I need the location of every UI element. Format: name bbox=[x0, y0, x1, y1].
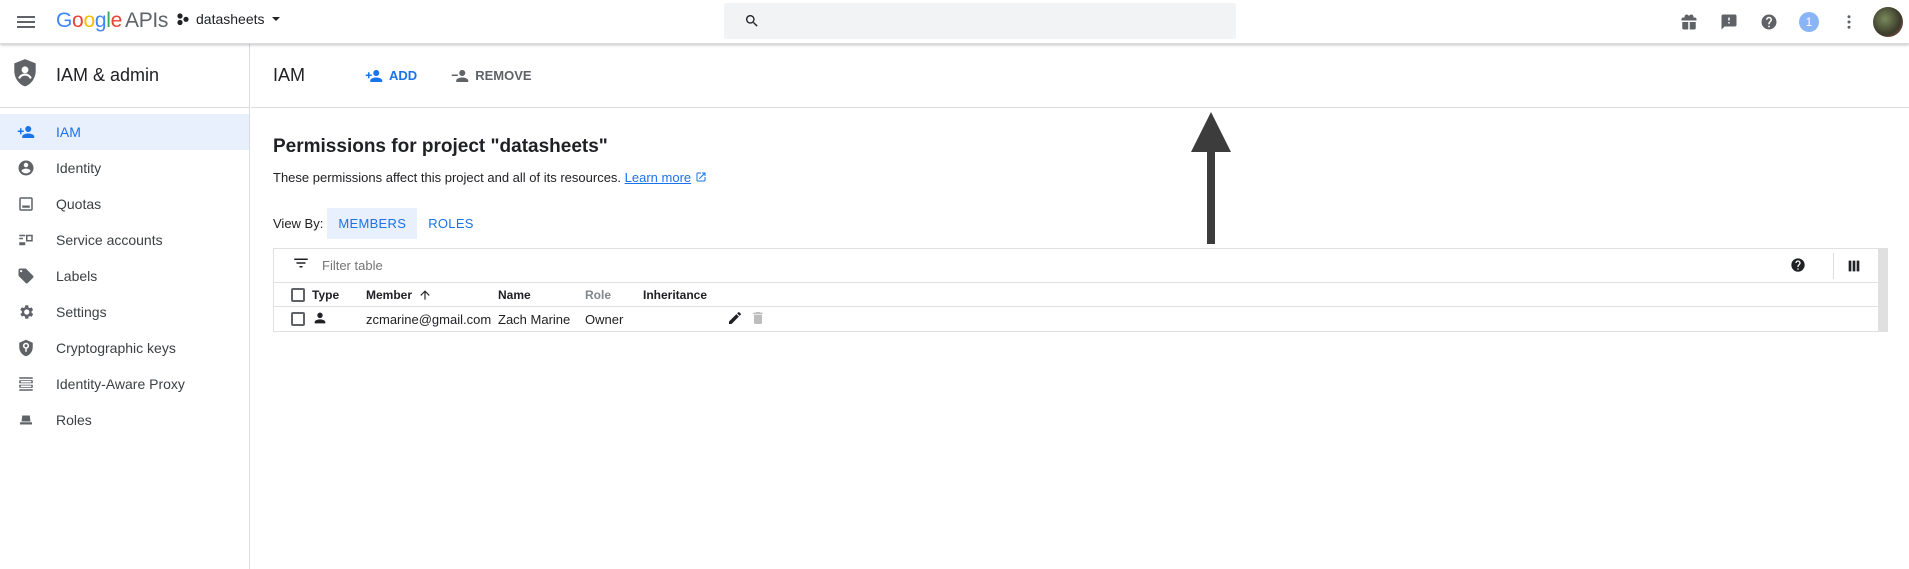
sidebar-nav: IAM Identity Quotas Service accounts Lab… bbox=[0, 114, 249, 438]
gear-icon bbox=[14, 303, 38, 321]
sidebar-item-roles[interactable]: Roles bbox=[0, 402, 249, 438]
add-member-button[interactable]: ADD bbox=[365, 67, 417, 85]
project-dots-icon bbox=[177, 13, 189, 26]
page-header: IAM ADD REMOVE bbox=[251, 44, 1909, 108]
top-right-actions: 1 bbox=[1669, 0, 1909, 44]
column-header-member[interactable]: Member bbox=[366, 288, 432, 302]
table-header: Type Member Name Role Inheritance bbox=[274, 283, 1878, 307]
person-remove-icon bbox=[451, 69, 469, 82]
sidebar-item-label: Identity-Aware Proxy bbox=[56, 376, 185, 392]
permissions-heading: Permissions for project "datasheets" bbox=[273, 136, 608, 157]
sidebar-item-settings[interactable]: Settings bbox=[0, 294, 249, 330]
sidebar-item-label: Quotas bbox=[56, 196, 102, 212]
logo-google-text: Google bbox=[56, 9, 122, 32]
permissions-description: These permissions affect this project an… bbox=[273, 170, 707, 185]
select-all-checkbox[interactable] bbox=[291, 287, 305, 302]
delete-icon[interactable] bbox=[750, 310, 766, 329]
gift-icon[interactable] bbox=[1669, 2, 1709, 42]
service-account-icon bbox=[14, 231, 38, 249]
sidebar-item-label: Labels bbox=[56, 268, 98, 284]
help-icon[interactable] bbox=[1749, 2, 1789, 42]
table-row: zcmarine@gmail.com Zach Marine Owner bbox=[274, 307, 1878, 331]
sidebar-item-identity[interactable]: Identity bbox=[0, 150, 249, 186]
member-name: Zach Marine bbox=[498, 311, 571, 327]
description-text: These permissions affect this project an… bbox=[273, 170, 622, 185]
annotation-arrow-icon bbox=[1191, 112, 1231, 244]
tab-members[interactable]: MEMBERS bbox=[327, 208, 418, 239]
logo-apis-text: APIs bbox=[124, 9, 169, 32]
sidebar-header: IAM & admin bbox=[0, 44, 249, 108]
person-add-icon bbox=[365, 69, 383, 82]
view-by-label: View By: bbox=[273, 216, 324, 231]
table-scrollbar[interactable] bbox=[1878, 248, 1888, 332]
user-avatar[interactable] bbox=[1873, 7, 1903, 37]
top-app-bar: Google APIs datasheets 1 bbox=[0, 0, 1909, 44]
person-icon bbox=[312, 310, 328, 329]
help-icon[interactable] bbox=[1790, 257, 1806, 278]
more-vert-icon[interactable] bbox=[1829, 2, 1869, 42]
member-email: zcmarine@gmail.com bbox=[366, 311, 492, 327]
notifications-button[interactable]: 1 bbox=[1789, 2, 1829, 42]
label-icon bbox=[14, 267, 38, 285]
feedback-icon[interactable] bbox=[1709, 2, 1749, 42]
search-input[interactable] bbox=[772, 3, 1222, 39]
filter-input[interactable] bbox=[322, 258, 922, 273]
sidebar-item-label: Identity bbox=[56, 160, 102, 176]
learn-more-link[interactable]: Learn more bbox=[625, 170, 691, 185]
main-content: IAM ADD REMOVE Permissions for project "… bbox=[251, 44, 1909, 569]
hamburger-menu-icon[interactable] bbox=[14, 10, 38, 34]
account-circle-icon bbox=[14, 159, 38, 177]
sidebar-item-label: Service accounts bbox=[56, 232, 163, 248]
remove-member-button[interactable]: REMOVE bbox=[451, 67, 532, 85]
filter-bar bbox=[274, 249, 1878, 283]
edit-icon[interactable] bbox=[727, 310, 743, 329]
tab-roles[interactable]: ROLES bbox=[417, 208, 485, 239]
sidebar-item-cryptographic-keys[interactable]: Cryptographic keys bbox=[0, 330, 249, 366]
sidebar: IAM & admin IAM Identity Quotas Service … bbox=[0, 44, 250, 569]
column-header-name[interactable]: Name bbox=[498, 288, 531, 302]
row-checkbox[interactable] bbox=[291, 312, 305, 326]
sidebar-item-identity-aware-proxy[interactable]: Identity-Aware Proxy bbox=[0, 366, 249, 402]
sidebar-item-label: Settings bbox=[56, 304, 107, 320]
add-button-label: ADD bbox=[389, 68, 418, 83]
member-role: Owner bbox=[585, 311, 624, 327]
notification-count-badge: 1 bbox=[1799, 12, 1819, 32]
page-title: IAM bbox=[273, 65, 306, 85]
sidebar-item-iam[interactable]: IAM bbox=[0, 114, 249, 150]
sidebar-item-quotas[interactable]: Quotas bbox=[0, 186, 249, 222]
sidebar-item-label: Roles bbox=[56, 412, 92, 428]
crypto-key-icon bbox=[14, 339, 38, 357]
filter-icon[interactable] bbox=[292, 254, 310, 277]
view-by-toggle: View By: MEMBERS ROLES bbox=[273, 208, 485, 239]
remove-button-label: REMOVE bbox=[475, 68, 532, 83]
sidebar-item-labels[interactable]: Labels bbox=[0, 258, 249, 294]
column-header-role[interactable]: Role bbox=[585, 288, 611, 302]
caret-down-icon bbox=[271, 17, 280, 21]
iap-icon bbox=[14, 375, 38, 393]
external-link-icon bbox=[696, 172, 706, 182]
search-box[interactable] bbox=[724, 3, 1236, 39]
shield-icon bbox=[12, 58, 38, 93]
person-add-icon bbox=[14, 123, 38, 141]
roles-icon bbox=[14, 411, 38, 429]
column-header-inheritance[interactable]: Inheritance bbox=[643, 288, 707, 302]
column-display-icon[interactable] bbox=[1846, 258, 1862, 279]
sidebar-item-service-accounts[interactable]: Service accounts bbox=[0, 222, 249, 258]
google-apis-logo[interactable]: Google APIs bbox=[56, 9, 168, 33]
project-selector[interactable]: datasheets bbox=[176, 11, 281, 27]
project-name: datasheets bbox=[196, 11, 265, 27]
sort-ascending-icon bbox=[420, 289, 430, 300]
sidebar-title: IAM & admin bbox=[56, 65, 160, 85]
filter-divider bbox=[1833, 253, 1834, 279]
column-header-type[interactable]: Type bbox=[312, 288, 339, 302]
sidebar-item-label: IAM bbox=[56, 124, 81, 140]
quotas-icon bbox=[14, 195, 38, 213]
search-icon bbox=[744, 13, 760, 34]
sidebar-item-label: Cryptographic keys bbox=[56, 340, 176, 356]
members-table: Type Member Name Role Inheritance zcmari… bbox=[273, 248, 1878, 332]
